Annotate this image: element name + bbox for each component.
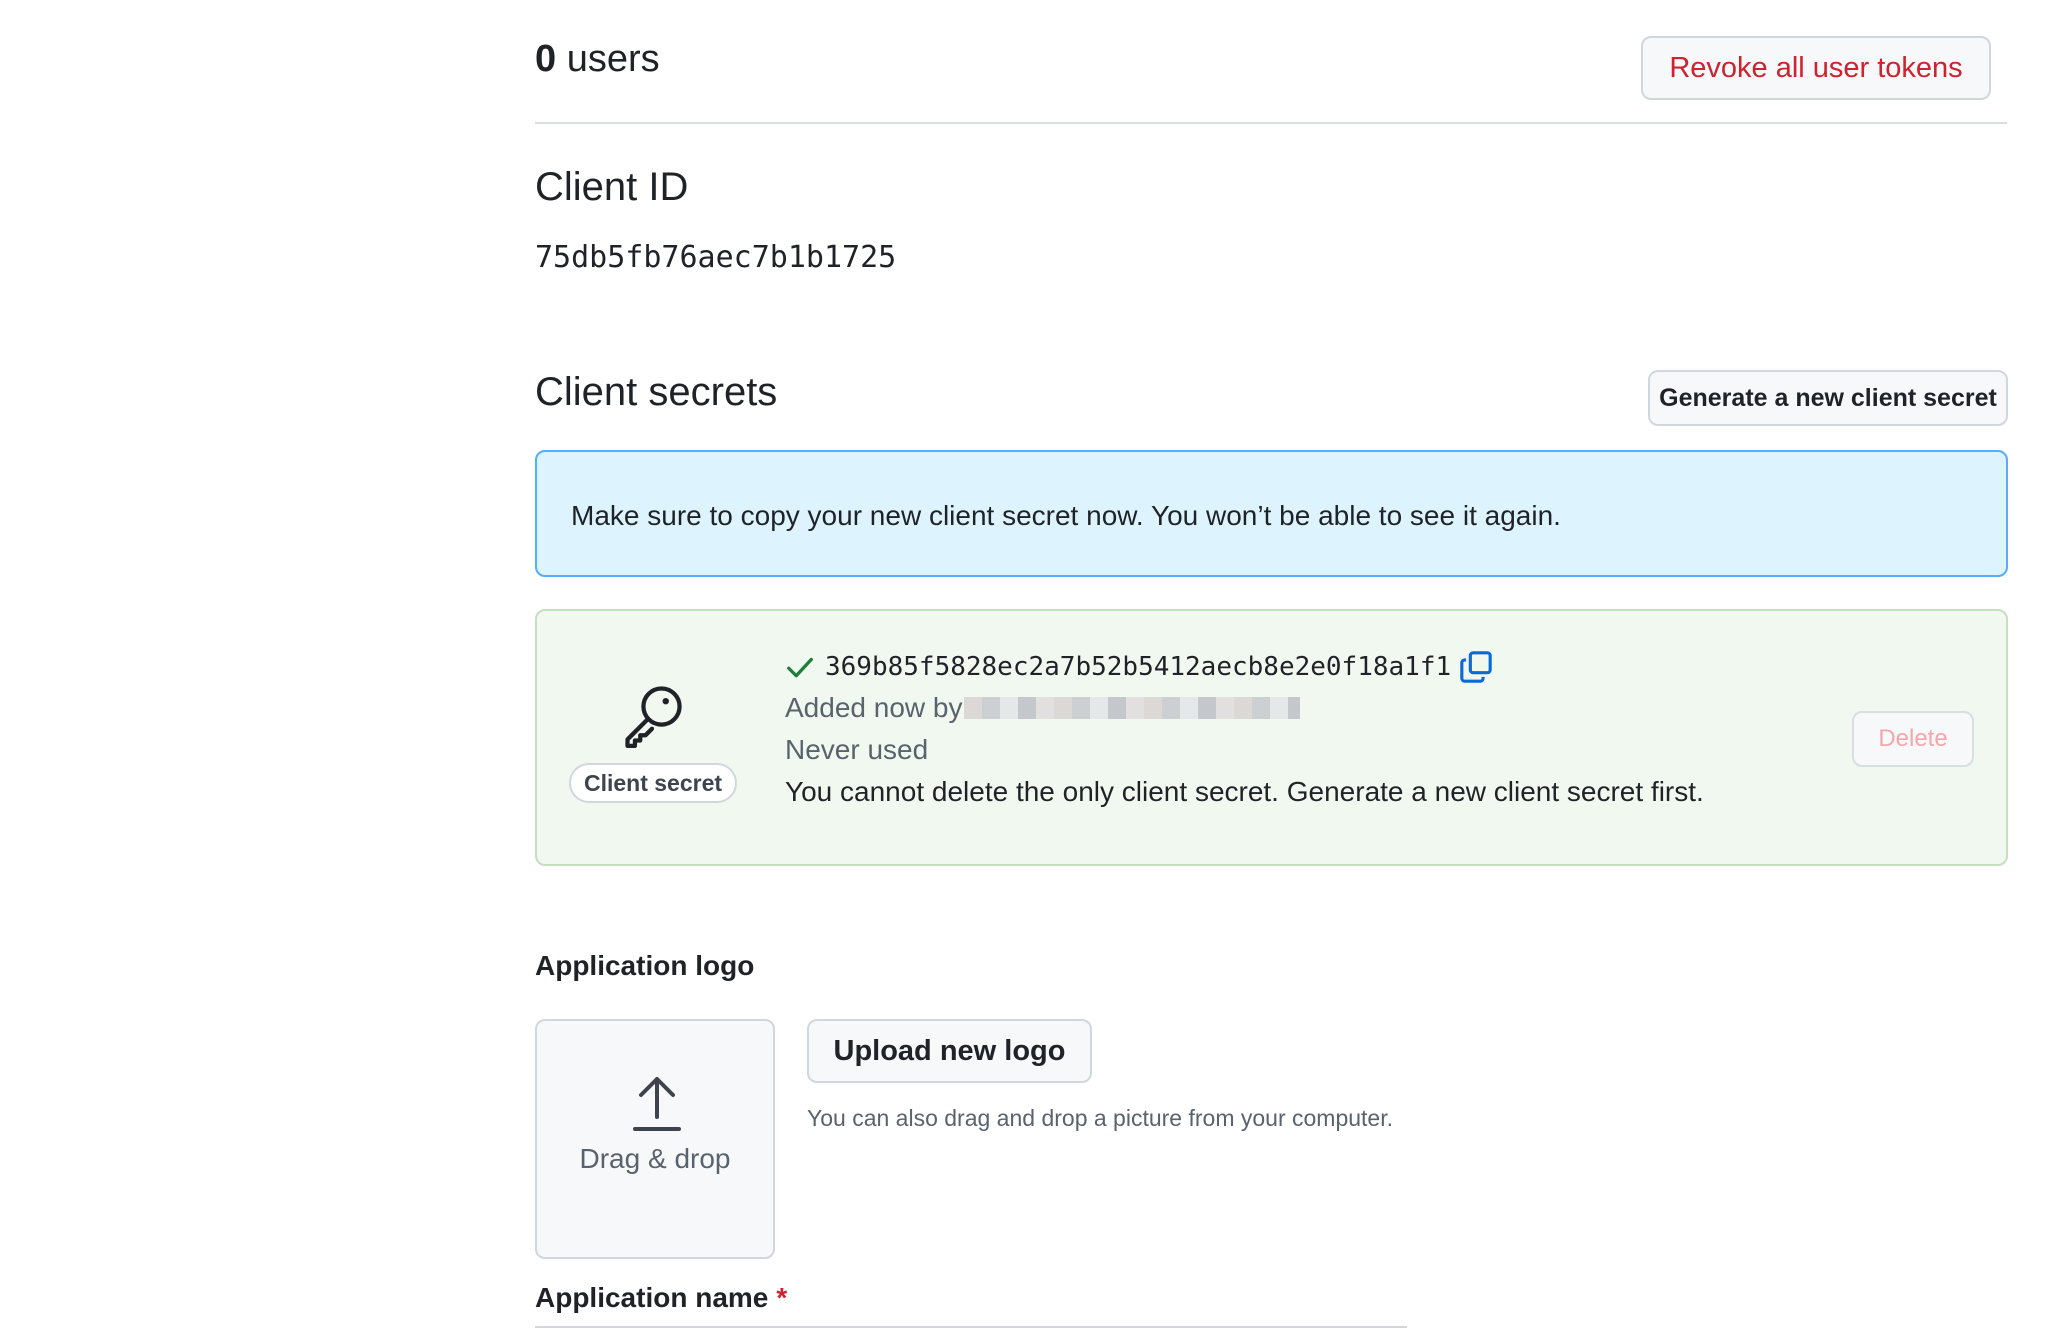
redacted-username [964, 697, 1301, 719]
key-icon [625, 686, 682, 748]
client-secret-added: Added now by [785, 687, 1704, 729]
client-secret-label: Client secret [569, 763, 737, 803]
client-secret-value-row: 369b85f5828ec2a7b52b5412aecb8e2e0f18a1f1 [785, 647, 1704, 687]
application-name-label: Application name [535, 1282, 769, 1313]
required-mark: * [776, 1282, 788, 1313]
users-count-number: 0 [535, 38, 557, 80]
client-id-value: 75db5fb76aec7b1b1725 [535, 240, 897, 275]
client-secret-added-text: Added now by [785, 692, 963, 723]
client-secrets-title: Client secrets [535, 370, 778, 414]
application-name-heading: Application name * [535, 1282, 787, 1314]
delete-secret-button[interactable]: Delete [1852, 711, 1974, 767]
dropzone-text: Drag & drop [579, 1143, 731, 1174]
upload-hint: You can also drag and drop a picture fro… [807, 1105, 1393, 1131]
users-count: 0 users [535, 38, 660, 81]
client-secret-usage: Never used [785, 734, 929, 765]
client-secret-item: Client secret 369b85f5828ec2a7b52b5412ae… [535, 609, 2008, 866]
application-logo-heading: Application logo [535, 950, 755, 981]
revoke-all-tokens-button[interactable]: Revoke all user tokens [1641, 36, 1991, 100]
upload-logo-button[interactable]: Upload new logo [807, 1019, 1092, 1083]
check-icon [787, 657, 813, 678]
client-secret-value: 369b85f5828ec2a7b52b5412aecb8e2e0f18a1f1 [825, 652, 1452, 682]
client-secret-badge: Client secret [569, 681, 737, 803]
upload-icon [633, 1077, 681, 1131]
users-section: 0 users Revoke all user tokens [535, 30, 2007, 124]
logo-dropzone[interactable]: Drag & drop [535, 1019, 775, 1259]
users-count-label: users [566, 38, 660, 80]
client-id-title: Client ID [535, 165, 689, 209]
flash-notice: Make sure to copy your new client secret… [535, 450, 2008, 577]
generate-client-secret-button[interactable]: Generate a new client secret [1648, 370, 2008, 426]
client-secret-warning: You cannot delete the only client secret… [785, 776, 1704, 807]
copy-icon[interactable] [1459, 650, 1493, 684]
flash-notice-text: Make sure to copy your new client secret… [571, 500, 1561, 531]
client-secret-details: 369b85f5828ec2a7b52b5412aecb8e2e0f18a1f1… [785, 647, 1704, 813]
